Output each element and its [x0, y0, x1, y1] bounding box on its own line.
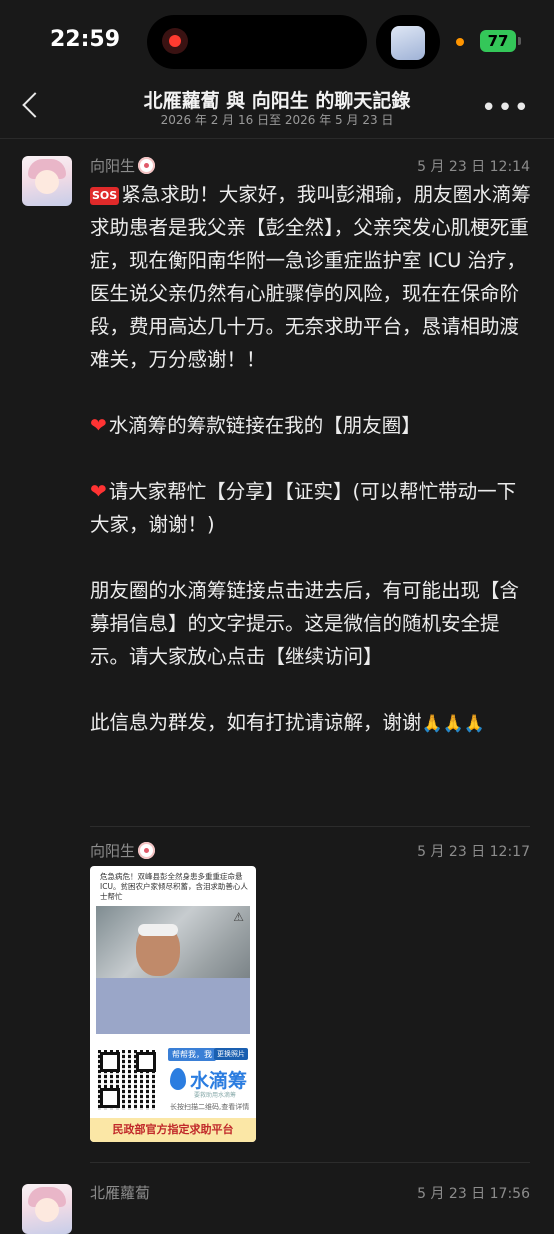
battery-level: 77 — [487, 32, 509, 50]
battery-icon: 77 — [480, 30, 516, 52]
message-timestamp: 5 月 23 日 17:56 — [417, 1186, 530, 1202]
paragraph-text: 朋友圈的水滴筹链接点击进去后，有可能出现【含募捐信息】的文字提示。这是微信的随机… — [90, 579, 520, 668]
avatar-face — [35, 1198, 59, 1222]
sender-name: 向阳生 — [90, 155, 156, 176]
avatar-face — [35, 170, 59, 194]
flower-emoji-icon — [138, 842, 156, 859]
message-paragraph: ❤ 水滴筹的筹款链接在我的【朋友圈】 — [90, 409, 535, 442]
date-range: 2026 年 2 月 16 日至 2026 年 5 月 23 日 — [160, 113, 394, 127]
nav-header: 北雁蘿蔔 與 向阳生 的聊天記錄 2026 年 2 月 16 日至 2026 年… — [0, 80, 554, 134]
praying-hands-icon: 🙏🙏🙏 — [421, 714, 486, 734]
sender-name-text: 向阳生 — [90, 842, 136, 860]
sender-name-text: 向阳生 — [90, 157, 136, 175]
message-paragraph: 朋友圈的水滴筹链接点击进去后，有可能出现【含募捐信息】的文字提示。这是微信的随机… — [90, 574, 535, 673]
paragraph-text: 水滴筹的筹款链接在我的【朋友圈】 — [108, 414, 421, 437]
qr-corner — [100, 1052, 120, 1072]
message-timestamp: 5 月 23 日 12:17 — [417, 844, 530, 860]
brand-name: 水滴筹 — [190, 1070, 248, 1092]
live-activity-avatar — [391, 26, 425, 60]
photo-blanket — [96, 978, 250, 1034]
qr-corner — [136, 1052, 156, 1072]
help-tag: 帮帮我，我 — [168, 1048, 216, 1061]
qr-corner — [100, 1088, 120, 1108]
page-title: 北雁蘿蔔 與 向阳生 的聊天記錄 — [0, 86, 554, 113]
heart-icon: ❤ — [90, 413, 107, 437]
shared-image-card[interactable]: 危急病危！双峰县彭全然身患多重重症命悬ICU。贫困农户家倾尽积蓄，含泪求助善心人… — [90, 866, 256, 1142]
message-separator — [90, 826, 530, 827]
water-drop-logo-icon — [170, 1068, 186, 1090]
avatar[interactable] — [22, 156, 72, 206]
scan-note: 长按扫描二维码,查看详情 — [170, 1103, 250, 1111]
message-separator — [90, 1162, 530, 1163]
paragraph-text: 此信息为群发，如有打扰请谅解，谢谢 — [90, 711, 422, 734]
sos-icon: SOS — [90, 187, 120, 205]
message-paragraph: ❤ 请大家帮忙【分享】【证实】(可以帮忙带动一下大家，谢谢！) — [90, 475, 535, 541]
heart-icon: ❤ — [90, 479, 107, 503]
patient-photo: ⚠ — [96, 906, 250, 1034]
sender-name: 向阳生 — [90, 840, 156, 861]
recording-icon — [162, 28, 188, 54]
mic-indicator-icon — [456, 38, 464, 46]
qr-code — [98, 1050, 158, 1110]
avatar[interactable] — [22, 1184, 72, 1234]
battery-tip — [518, 37, 521, 45]
card-footer: 民政部官方指定求助平台 — [90, 1118, 256, 1142]
header-divider — [0, 138, 554, 139]
status-bar: 22:59 77 — [0, 0, 554, 80]
card-caption: 危急病危！双峰县彭全然身患多重重症命悬ICU。贫困农户家倾尽积蓄，含泪求助善心人… — [100, 872, 248, 901]
message-paragraph: 此信息为群发，如有打扰请谅解，谢谢🙏🙏🙏 — [90, 706, 535, 741]
paragraph-text: 请大家帮忙【分享】【证实】(可以帮忙带动一下大家，谢谢！) — [90, 480, 517, 536]
warning-icon: ⚠ — [233, 910, 244, 924]
photo-bandage — [138, 924, 178, 936]
clock: 22:59 — [50, 27, 121, 52]
change-photo-tag: 更换照片 — [214, 1048, 248, 1060]
page-title-text: 北雁蘿蔔 與 向阳生 的聊天記錄 — [143, 90, 411, 112]
more-options-icon[interactable]: ••• — [481, 95, 530, 121]
message-timestamp: 5 月 23 日 12:14 — [417, 159, 530, 175]
flower-emoji-icon — [138, 157, 156, 174]
message-paragraph: SOS 紧急求助！大家好，我叫彭湘瑜，朋友圈水滴筹求助患者是我父亲【彭全然】，父亲… — [90, 178, 535, 376]
brand-slogan: 要救助用水滴筹 — [194, 1092, 237, 1099]
paragraph-text: 紧急求助！大家好，我叫彭湘瑜，朋友圈水滴筹求助患者是我父亲【彭全然】，父亲突发心… — [90, 183, 531, 371]
message-text[interactable]: SOS 紧急求助！大家好，我叫彭湘瑜，朋友圈水滴筹求助患者是我父亲【彭全然】，父亲… — [90, 178, 535, 741]
